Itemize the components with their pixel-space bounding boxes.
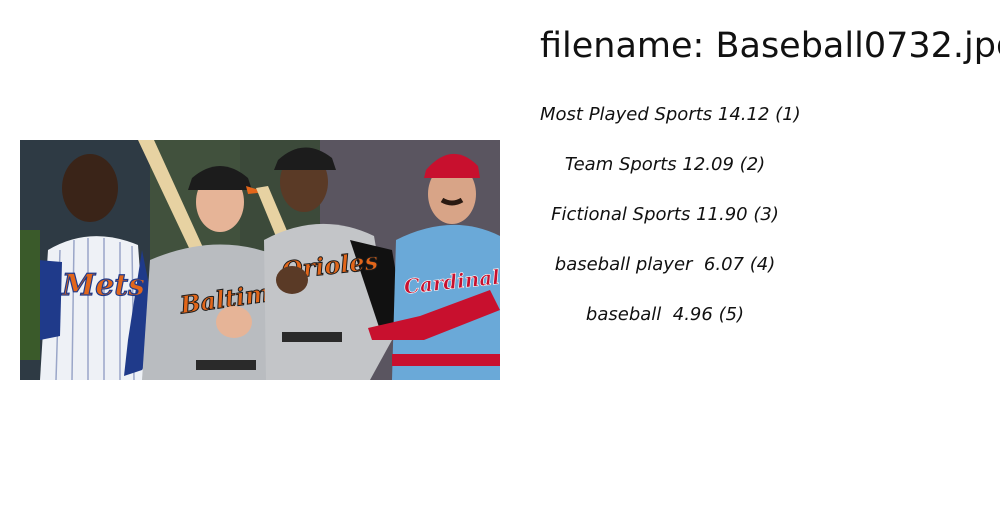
baseball-players-image: Mets Baltimore Orioles Cardinals <box>20 140 500 380</box>
label-name: Team Sports <box>564 154 677 175</box>
label-name: baseball player <box>554 254 699 275</box>
mets-jersey-text: Mets <box>61 268 145 303</box>
page: Mets Baltimore Orioles Cardinals filenam… <box>0 0 1000 520</box>
label-item: Team Sports 12.09 (2) <box>540 150 790 200</box>
filename-value: Baseball0732.jpg <box>715 26 1000 66</box>
label-rank: (2) <box>739 154 766 175</box>
label-rank: (3) <box>753 204 779 225</box>
label-rank: (4) <box>749 254 776 275</box>
label-name: Most Played Sports <box>540 104 713 125</box>
label-score: 14.12 <box>717 104 770 125</box>
baseball-photo: Mets Baltimore Orioles Cardinals <box>20 140 500 380</box>
label-item: baseball player 6.07 (4) <box>540 250 790 300</box>
label-score: 6.07 <box>703 254 744 275</box>
filename-prefix: filename: <box>540 26 716 66</box>
label-score: 12.09 <box>682 154 734 175</box>
filename-title: filename: Baseball0732.jpg <box>540 24 1000 68</box>
label-list: Most Played Sports 14.12 (1) Team Sports… <box>540 100 801 350</box>
label-rank: (5) <box>718 304 745 325</box>
label-item: baseball 4.96 (5) <box>540 300 790 350</box>
label-name: baseball <box>585 304 668 325</box>
label-score: 4.96 <box>672 304 713 325</box>
label-item: Fictional Sports 11.90 (3) <box>540 200 790 250</box>
label-rank: (1) <box>775 104 801 125</box>
label-name: Fictional Sports <box>551 204 691 225</box>
label-item: Most Played Sports 14.12 (1) <box>540 100 801 150</box>
label-score: 11.90 <box>696 204 748 225</box>
